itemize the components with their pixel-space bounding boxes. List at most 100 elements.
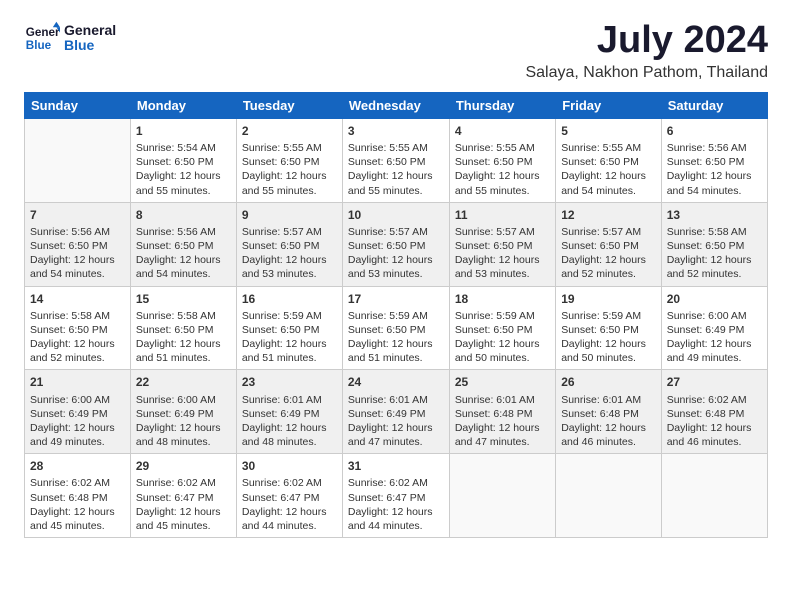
calendar-cell: 21 Sunrise: 6:00 AM Sunset: 6:49 PM Dayli…	[25, 370, 131, 454]
calendar-cell: 14Sunrise: 5:58 AM Sunset: 6:50 PM Dayli…	[25, 286, 131, 370]
calendar-cell: 24 Sunrise: 6:01 AM Sunset: 6:49 PM Dayli…	[342, 370, 449, 454]
day-number: 1	[136, 123, 231, 139]
calendar: SundayMondayTuesdayWednesdayThursdayFrid…	[24, 92, 768, 538]
cell-info: Sunrise: 5:59 AM Sunset: 6:50 PM Dayligh…	[455, 309, 550, 366]
calendar-cell: 10Sunrise: 5:57 AM Sunset: 6:50 PM Dayli…	[342, 202, 449, 286]
day-number: 3	[348, 123, 444, 139]
day-number: 25	[455, 374, 550, 390]
day-number: 20	[667, 291, 762, 307]
location: Salaya, Nakhon Pathom, Thailand	[525, 64, 768, 82]
cell-info: Sunrise: 6:01 AM Sunset: 6:49 PM Dayligh…	[242, 393, 337, 450]
day-number: 12	[561, 207, 656, 223]
cell-info: Sunrise: 5:55 AM Sunset: 6:50 PM Dayligh…	[242, 141, 337, 198]
calendar-cell: 3 Sunrise: 5:55 AM Sunset: 6:50 PM Daylig…	[342, 118, 449, 202]
cell-info: Sunrise: 6:02 AM Sunset: 6:47 PM Dayligh…	[242, 476, 337, 533]
cell-info: Sunrise: 5:54 AM Sunset: 6:50 PM Dayligh…	[136, 141, 231, 198]
calendar-cell: 6 Sunrise: 5:56 AM Sunset: 6:50 PM Daylig…	[661, 118, 767, 202]
day-number: 16	[242, 291, 337, 307]
cell-info: Sunrise: 6:01 AM Sunset: 6:48 PM Dayligh…	[561, 393, 656, 450]
day-number: 30	[242, 458, 337, 474]
cell-info: Sunrise: 5:55 AM Sunset: 6:50 PM Dayligh…	[561, 141, 656, 198]
day-number: 17	[348, 291, 444, 307]
cell-info: Sunrise: 5:59 AM Sunset: 6:50 PM Dayligh…	[561, 309, 656, 366]
svg-text:Blue: Blue	[26, 39, 52, 52]
cell-info: Sunrise: 5:56 AM Sunset: 6:50 PM Dayligh…	[667, 141, 762, 198]
day-number: 29	[136, 458, 231, 474]
cell-info: Sunrise: 5:58 AM Sunset: 6:50 PM Dayligh…	[136, 309, 231, 366]
logo-line1: General	[64, 23, 116, 38]
cell-info: Sunrise: 6:02 AM Sunset: 6:47 PM Dayligh…	[348, 476, 444, 533]
day-header-thursday: Thursday	[449, 92, 555, 118]
title-block: July 2024 Salaya, Nakhon Pathom, Thailan…	[525, 20, 768, 82]
day-number: 6	[667, 123, 762, 139]
cell-info: Sunrise: 6:02 AM Sunset: 6:48 PM Dayligh…	[30, 476, 125, 533]
calendar-cell: 26 Sunrise: 6:01 AM Sunset: 6:48 PM Dayli…	[556, 370, 662, 454]
calendar-cell: 29 Sunrise: 6:02 AM Sunset: 6:47 PM Dayli…	[130, 454, 236, 538]
day-number: 27	[667, 374, 762, 390]
calendar-cell: 15 Sunrise: 5:58 AM Sunset: 6:50 PM Dayli…	[130, 286, 236, 370]
calendar-cell: 17 Sunrise: 5:59 AM Sunset: 6:50 PM Dayli…	[342, 286, 449, 370]
day-number: 22	[136, 374, 231, 390]
day-number: 13	[667, 207, 762, 223]
logo: General Blue General Blue	[24, 20, 116, 56]
day-number: 28	[30, 458, 125, 474]
day-number: 15	[136, 291, 231, 307]
calendar-cell: 9 Sunrise: 5:57 AM Sunset: 6:50 PM Daylig…	[236, 202, 342, 286]
day-header-sunday: Sunday	[25, 92, 131, 118]
day-number: 14	[30, 291, 125, 307]
day-header-tuesday: Tuesday	[236, 92, 342, 118]
header: General Blue General Blue July 2024 Sala…	[24, 20, 768, 82]
calendar-cell	[661, 454, 767, 538]
cell-info: Sunrise: 5:56 AM Sunset: 6:50 PM Dayligh…	[136, 225, 231, 282]
logo-icon: General Blue	[24, 20, 60, 56]
calendar-cell: 20 Sunrise: 6:00 AM Sunset: 6:49 PM Dayli…	[661, 286, 767, 370]
day-number: 8	[136, 207, 231, 223]
calendar-cell: 7 Sunrise: 5:56 AM Sunset: 6:50 PM Daylig…	[25, 202, 131, 286]
calendar-cell: 12 Sunrise: 5:57 AM Sunset: 6:50 PM Dayli…	[556, 202, 662, 286]
calendar-cell: 8 Sunrise: 5:56 AM Sunset: 6:50 PM Daylig…	[130, 202, 236, 286]
month-year: July 2024	[525, 20, 768, 62]
day-number: 5	[561, 123, 656, 139]
calendar-cell: 5 Sunrise: 5:55 AM Sunset: 6:50 PM Daylig…	[556, 118, 662, 202]
day-header-wednesday: Wednesday	[342, 92, 449, 118]
day-header-monday: Monday	[130, 92, 236, 118]
cell-info: Sunrise: 5:56 AM Sunset: 6:50 PM Dayligh…	[30, 225, 125, 282]
day-number: 10	[348, 207, 444, 223]
calendar-cell: 19Sunrise: 5:59 AM Sunset: 6:50 PM Dayli…	[556, 286, 662, 370]
calendar-cell: 2Sunrise: 5:55 AM Sunset: 6:50 PM Daylig…	[236, 118, 342, 202]
calendar-cell: 27 Sunrise: 6:02 AM Sunset: 6:48 PM Dayli…	[661, 370, 767, 454]
calendar-cell: 13 Sunrise: 5:58 AM Sunset: 6:50 PM Dayli…	[661, 202, 767, 286]
cell-info: Sunrise: 6:02 AM Sunset: 6:48 PM Dayligh…	[667, 393, 762, 450]
cell-info: Sunrise: 6:00 AM Sunset: 6:49 PM Dayligh…	[30, 393, 125, 450]
cell-info: Sunrise: 6:00 AM Sunset: 6:49 PM Dayligh…	[136, 393, 231, 450]
calendar-cell: 1 Sunrise: 5:54 AM Sunset: 6:50 PM Daylig…	[130, 118, 236, 202]
logo-line2: Blue	[64, 38, 116, 53]
cell-info: Sunrise: 5:58 AM Sunset: 6:50 PM Dayligh…	[667, 225, 762, 282]
cell-info: Sunrise: 5:57 AM Sunset: 6:50 PM Dayligh…	[242, 225, 337, 282]
day-number: 21	[30, 374, 125, 390]
calendar-cell: 18 Sunrise: 5:59 AM Sunset: 6:50 PM Dayli…	[449, 286, 555, 370]
cell-info: Sunrise: 6:02 AM Sunset: 6:47 PM Dayligh…	[136, 476, 231, 533]
day-number: 23	[242, 374, 337, 390]
calendar-cell: 31 Sunrise: 6:02 AM Sunset: 6:47 PM Dayli…	[342, 454, 449, 538]
cell-info: Sunrise: 6:01 AM Sunset: 6:49 PM Dayligh…	[348, 393, 444, 450]
cell-info: Sunrise: 6:00 AM Sunset: 6:49 PM Dayligh…	[667, 309, 762, 366]
cell-info: Sunrise: 6:01 AM Sunset: 6:48 PM Dayligh…	[455, 393, 550, 450]
cell-info: Sunrise: 5:59 AM Sunset: 6:50 PM Dayligh…	[348, 309, 444, 366]
svg-text:General: General	[26, 26, 60, 39]
cell-info: Sunrise: 5:57 AM Sunset: 6:50 PM Dayligh…	[455, 225, 550, 282]
calendar-cell: 23 Sunrise: 6:01 AM Sunset: 6:49 PM Dayli…	[236, 370, 342, 454]
day-number: 18	[455, 291, 550, 307]
calendar-cell: 25 Sunrise: 6:01 AM Sunset: 6:48 PM Dayli…	[449, 370, 555, 454]
calendar-cell	[556, 454, 662, 538]
day-number: 24	[348, 374, 444, 390]
calendar-cell	[449, 454, 555, 538]
calendar-cell: 28 Sunrise: 6:02 AM Sunset: 6:48 PM Dayli…	[25, 454, 131, 538]
day-number: 26	[561, 374, 656, 390]
day-number: 11	[455, 207, 550, 223]
day-number: 9	[242, 207, 337, 223]
cell-info: Sunrise: 5:57 AM Sunset: 6:50 PM Dayligh…	[561, 225, 656, 282]
day-number: 31	[348, 458, 444, 474]
day-number: 7	[30, 207, 125, 223]
cell-info: Sunrise: 5:55 AM Sunset: 6:50 PM Dayligh…	[348, 141, 444, 198]
